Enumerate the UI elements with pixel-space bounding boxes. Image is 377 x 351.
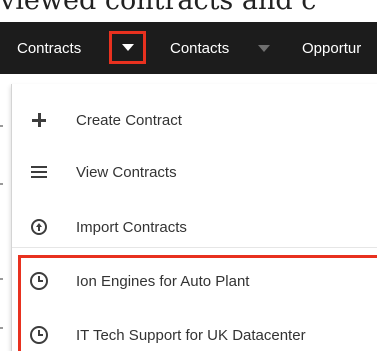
edge-mark [0, 327, 3, 329]
list-icon [29, 162, 49, 182]
recent-items-highlight [18, 255, 377, 351]
top-navbar: Contracts Contacts Opportur [0, 22, 377, 74]
contacts-caret-down-icon[interactable] [258, 45, 270, 52]
edge-mark [0, 183, 3, 185]
nav-contacts-label: Contacts [170, 39, 230, 57]
edge-mark [0, 278, 3, 280]
nav-contracts[interactable]: Contracts [17, 22, 81, 74]
nav-contracts-label: Contracts [17, 39, 82, 57]
caret-down-icon [121, 44, 134, 51]
nav-opportunities-label: Opportur [302, 39, 362, 57]
contracts-dropdown-toggle[interactable] [109, 31, 146, 64]
menu-item-import-contracts[interactable]: Import Contracts [12, 205, 377, 249]
menu-item-label: Import Contracts [76, 218, 187, 236]
page: viewed contracts and c Contracts Contact… [0, 0, 377, 351]
nav-opportunities[interactable]: Opportur [302, 22, 361, 74]
menu-item-label: Create Contract [76, 111, 182, 129]
menu-item-create-contract[interactable]: Create Contract [12, 98, 377, 142]
nav-contacts[interactable]: Contacts [170, 22, 229, 74]
menu-item-view-contracts[interactable]: View Contracts [12, 150, 377, 194]
plus-icon [29, 110, 49, 130]
edge-mark [0, 125, 3, 127]
menu-divider [12, 247, 377, 248]
menu-item-label: View Contracts [76, 163, 177, 181]
context-text: viewed contracts and c [0, 0, 317, 16]
upload-icon [29, 217, 49, 237]
